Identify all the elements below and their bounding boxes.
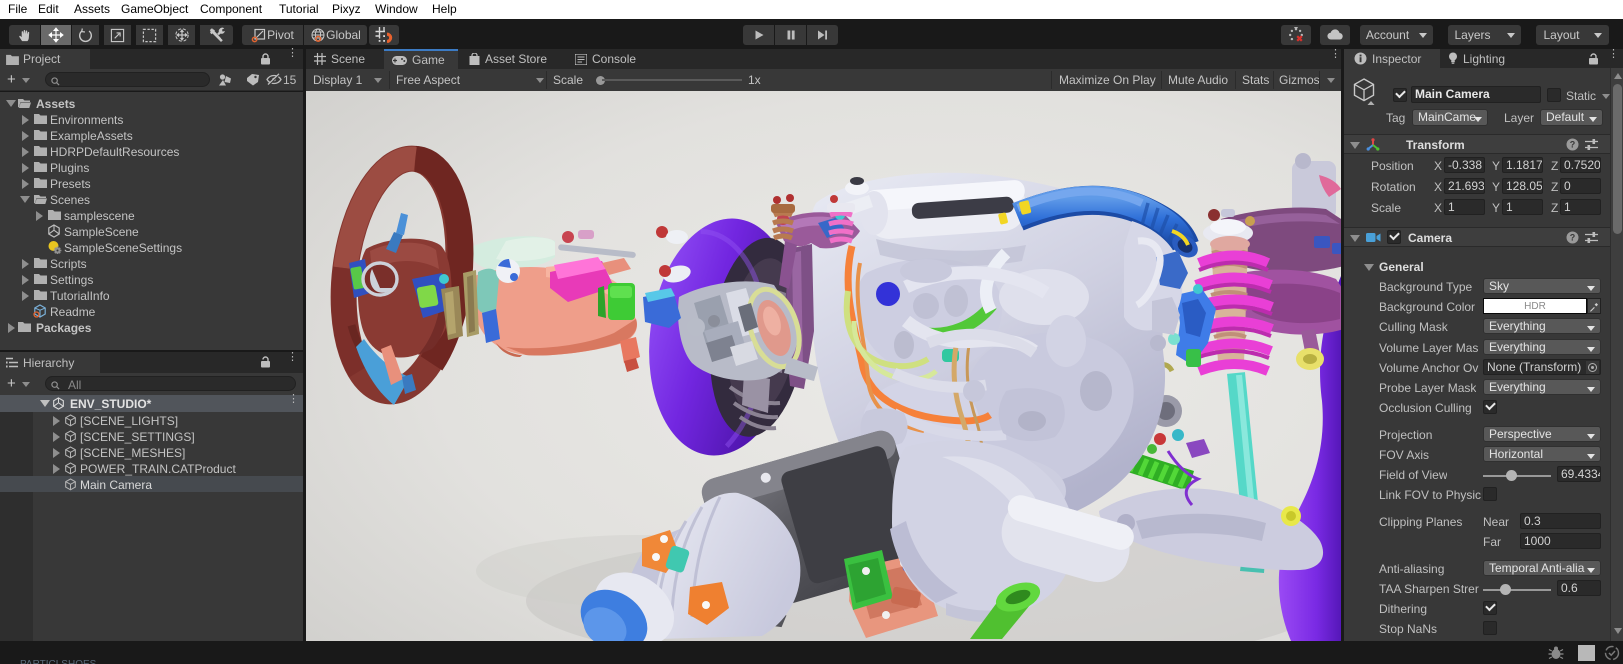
svg-text:?: ? (1570, 140, 1576, 150)
svg-text:?: ? (1570, 233, 1576, 243)
